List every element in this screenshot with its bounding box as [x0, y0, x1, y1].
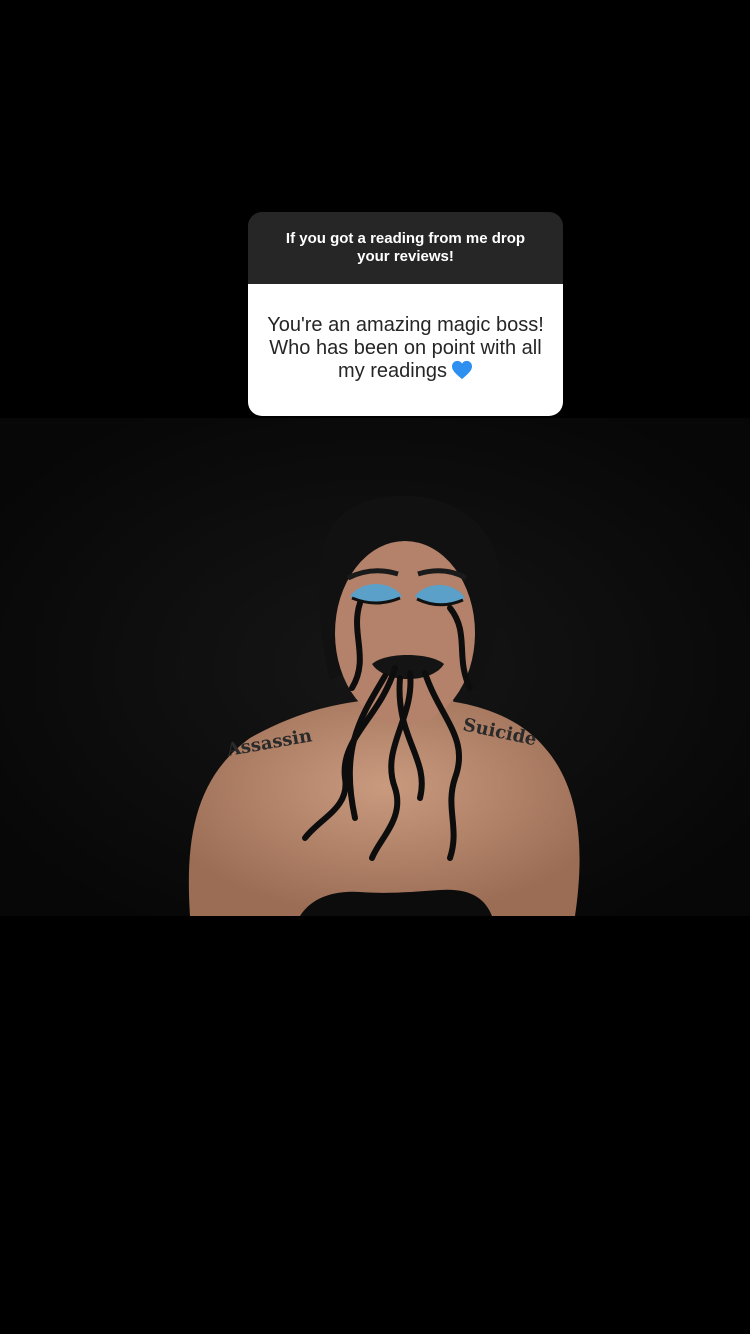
blue-heart-icon [451, 360, 473, 386]
story-screen: If you got a reading from me drop your r… [0, 0, 750, 1334]
answer-box: You're an amazing magic boss! Who has be… [248, 284, 563, 416]
story-photo: Assassin Suicide [0, 418, 750, 916]
question-text: If you got a reading from me drop your r… [248, 212, 563, 284]
answer-label: You're an amazing magic boss! Who has be… [267, 314, 544, 382]
question-sticker[interactable]: If you got a reading from me drop your r… [248, 212, 563, 416]
answer-text: You're an amazing magic boss! Who has be… [266, 314, 545, 386]
portrait-illustration: Assassin Suicide [0, 418, 750, 916]
